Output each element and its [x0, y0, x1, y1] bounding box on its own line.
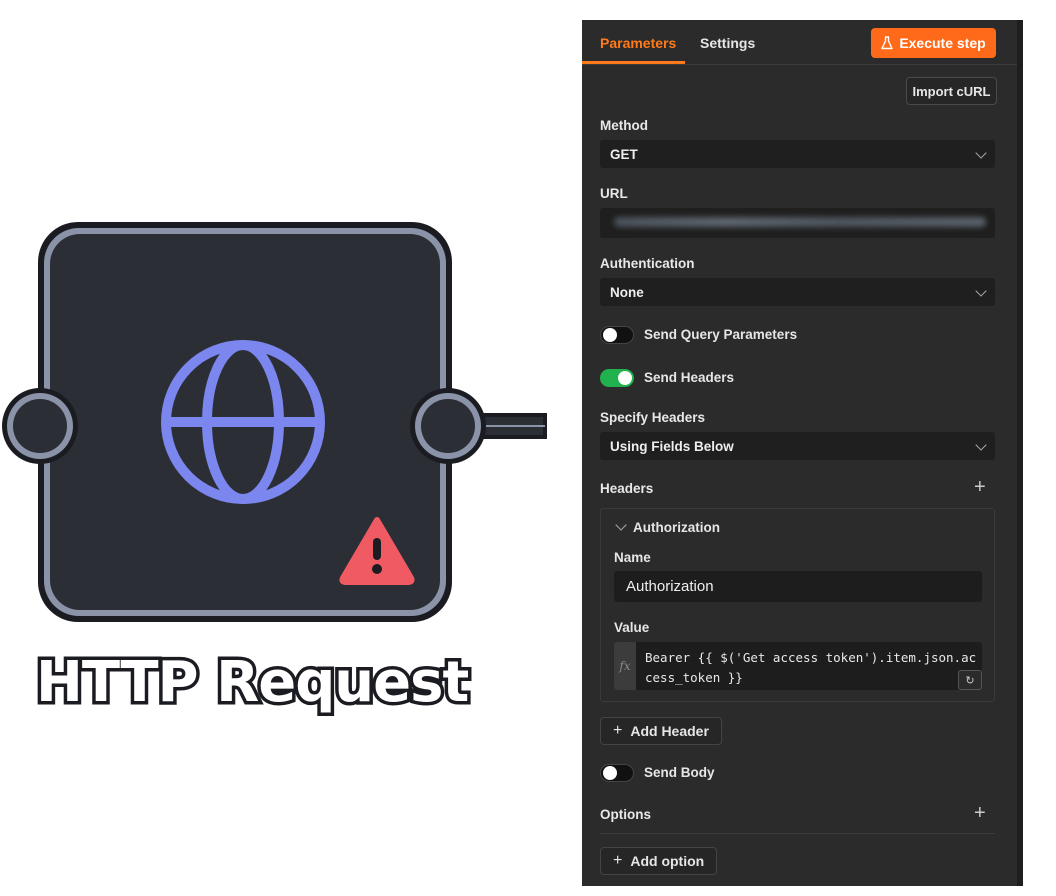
flask-icon — [881, 36, 894, 50]
method-value: GET — [610, 146, 638, 162]
authentication-select[interactable]: None — [600, 278, 995, 306]
redacted-url — [614, 217, 986, 227]
specify-headers-select[interactable]: Using Fields Below — [600, 432, 995, 460]
execute-step-button[interactable]: Execute step — [871, 28, 996, 58]
active-tab-indicator — [582, 61, 685, 64]
add-option-label: Add option — [630, 853, 705, 869]
header-value-expression[interactable]: Bearer {{ $('Get access token').item.jso… — [645, 648, 981, 688]
divider — [600, 833, 995, 834]
execute-step-label: Execute step — [899, 35, 986, 51]
specify-headers-value: Using Fields Below — [610, 438, 734, 454]
add-header-button[interactable]: + Add Header — [600, 717, 722, 745]
url-input[interactable] — [600, 208, 995, 238]
send-headers-toggle[interactable] — [600, 369, 634, 387]
options-label: Options — [600, 807, 651, 822]
authentication-label: Authentication — [600, 256, 695, 271]
expand-editor-icon[interactable]: ↻ — [958, 670, 982, 690]
authentication-value: None — [610, 284, 644, 300]
headers-label: Headers — [600, 481, 654, 496]
node-title: HTTP Request — [32, 647, 472, 719]
send-query-toggle[interactable] — [600, 326, 634, 344]
tab-settings[interactable]: Settings — [700, 35, 755, 51]
node-parameters-panel: Parameters Settings Execute step Import … — [582, 20, 1023, 886]
expression-fx-icon: fx — [614, 642, 636, 690]
header-name-input[interactable]: Authorization — [614, 571, 982, 602]
chevron-down-icon — [975, 285, 987, 297]
collapse-chevron-icon[interactable] — [615, 519, 627, 531]
input-port[interactable] — [2, 388, 78, 464]
send-headers-label: Send Headers — [644, 370, 735, 385]
send-body-toggle[interactable] — [600, 764, 634, 782]
import-curl-button[interactable]: Import cURL — [906, 77, 997, 105]
add-option-button[interactable]: + Add option — [600, 847, 718, 875]
output-port[interactable] — [410, 388, 486, 464]
send-body-label: Send Body — [644, 765, 715, 780]
specify-headers-label: Specify Headers — [600, 410, 706, 425]
add-header-plus-icon[interactable]: + — [974, 476, 986, 499]
plus-icon: + — [613, 852, 623, 869]
method-label: Method — [600, 118, 648, 133]
header-value-input[interactable]: fx Bearer {{ $('Get access token').item.… — [614, 642, 982, 690]
tab-bar: Parameters Settings Execute step — [582, 20, 1017, 65]
tab-parameters[interactable]: Parameters — [600, 35, 676, 51]
node-graphic — [2, 222, 547, 622]
header-value-label: Value — [614, 620, 650, 635]
header-item: Authorization Name Authorization Value f… — [600, 508, 995, 702]
chevron-down-icon — [975, 147, 987, 159]
add-option-plus-icon[interactable]: + — [974, 802, 986, 825]
header-name-label: Name — [614, 550, 651, 565]
header-item-title[interactable]: Authorization — [633, 520, 720, 535]
add-header-label: Add Header — [630, 723, 709, 739]
url-label: URL — [600, 186, 628, 201]
plus-icon: + — [613, 722, 623, 739]
method-select[interactable]: GET — [600, 140, 995, 168]
chevron-down-icon — [975, 439, 987, 451]
send-query-label: Send Query Parameters — [644, 327, 798, 342]
header-name-value: Authorization — [626, 578, 714, 595]
